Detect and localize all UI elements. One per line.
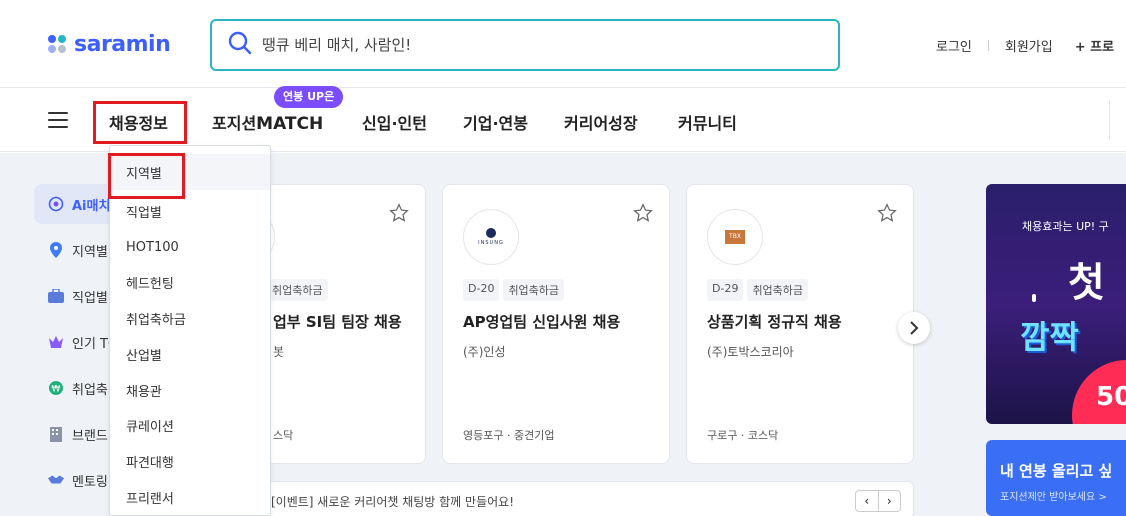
nav-item-position-match[interactable]: 포지션MATCH xyxy=(212,110,323,134)
sidebar-item-mentoring[interactable]: 멘토링 xyxy=(34,460,114,500)
notice-controls: ‹ › xyxy=(855,490,901,512)
building-icon xyxy=(48,426,64,442)
handshake-icon xyxy=(48,472,64,488)
star-icon[interactable] xyxy=(877,203,897,227)
sidebar-item-label: 지역별 xyxy=(72,244,108,260)
svg-text:₩: ₩ xyxy=(52,385,61,395)
dropdown-item-industry[interactable]: 산업별 xyxy=(110,336,270,372)
company-location: 구로구 · 코스닥 xyxy=(707,429,779,442)
company-name[interactable]: 봇 xyxy=(273,343,284,360)
sidebar-item-ai-match[interactable]: Ai매치 xyxy=(34,184,114,224)
job-card[interactable]: INSUNG D-20 취업축하금 AP영업팀 신입사원 채용 (주)인성 영등… xyxy=(442,184,670,464)
sidebar-item-occupation[interactable]: 직업별 xyxy=(34,276,114,316)
top-links: 로그인 회원가입 + 프로 xyxy=(936,36,1114,55)
divider xyxy=(987,40,989,51)
sidebar-item-label: 브랜드 xyxy=(72,428,108,444)
search-icon[interactable] xyxy=(228,31,252,59)
logo-dots-icon xyxy=(48,34,68,55)
nav-item-match-label: MATCH xyxy=(256,114,324,134)
nav-item-community[interactable]: 커뮤니티 xyxy=(678,110,737,134)
promo-big-text: 첫 xyxy=(1068,260,1105,306)
sidebar-item-label: 인기 TO xyxy=(72,336,114,352)
sidebar-item-label: Ai매치 xyxy=(72,198,111,214)
dropdown-item-curation[interactable]: 큐레이션 xyxy=(110,407,270,443)
star-icon[interactable] xyxy=(389,203,409,227)
notice-text[interactable]: [이벤트] 새로운 커리어챗 채팅방 함께 만들어요! xyxy=(271,493,514,510)
header: saramin 로그인 회원가입 + 프로 xyxy=(0,0,1126,88)
hamburger-menu-icon[interactable] xyxy=(48,112,68,128)
saramin-logo[interactable]: saramin xyxy=(48,32,171,57)
dropdown-item-dispatch[interactable]: 파견대행 xyxy=(110,443,270,479)
highlight-box-jobs xyxy=(93,101,187,144)
briefcase-icon xyxy=(48,288,64,304)
salary-banner[interactable]: 내 연봉 올리고 싶 포지션제안 받아보세요 > xyxy=(986,440,1126,516)
company-logo-text: TBX xyxy=(725,230,745,244)
sidebar-item-label: 직업별 xyxy=(72,290,108,306)
notice-prev-button[interactable]: ‹ xyxy=(856,491,879,511)
logo-text: saramin xyxy=(74,32,171,57)
nav-item-newcomer-intern[interactable]: 신입·인턴 xyxy=(362,110,427,134)
company-logo: INSUNG xyxy=(463,209,519,265)
sidebar-item-popular[interactable]: 인기 TO xyxy=(34,322,114,362)
salary-banner-sub: 포지션제안 받아보세요 > xyxy=(1000,492,1107,503)
dropdown-item-bonus[interactable]: 취업축하금 xyxy=(110,300,270,336)
job-title[interactable]: AP영업팀 신입사원 채용 xyxy=(463,311,620,332)
star-icon[interactable] xyxy=(633,203,653,227)
job-title[interactable]: 상품기획 정규직 채용 xyxy=(707,311,842,332)
sidebar-item-brand[interactable]: 브랜드 xyxy=(34,414,114,454)
carousel-next-button[interactable] xyxy=(898,312,930,344)
profile-link[interactable]: + 프로 xyxy=(1075,36,1114,55)
search-bar[interactable] xyxy=(210,19,840,71)
dday-tag: D-29 xyxy=(707,279,744,301)
crown-icon xyxy=(48,334,64,350)
nav-item-company-salary[interactable]: 기업·연봉 xyxy=(463,110,528,134)
company-location: 영등포구 · 중견기업 xyxy=(463,429,555,442)
chevron-right-icon xyxy=(910,321,919,335)
nav-item-position-label: 포지션 xyxy=(212,114,257,133)
dday-tag: D-20 xyxy=(463,279,500,301)
company-name[interactable]: (주)토박스코리아 xyxy=(707,343,794,360)
job-title[interactable]: 업부 SI팀 팀장 채용 xyxy=(273,311,402,332)
target-icon xyxy=(48,196,64,212)
notice-bar: [이벤트] 새로운 커리어챗 채팅방 함께 만들어요! ‹ › xyxy=(200,481,914,516)
dropdown-item-hot100[interactable]: HOT100 xyxy=(110,229,270,265)
sidebar-item-label: 멘토링 xyxy=(72,474,108,490)
bonus-tag: 취업축하금 xyxy=(747,279,809,301)
salary-banner-title: 내 연봉 올리고 싶 xyxy=(1000,462,1113,480)
nav-item-career-growth[interactable]: 커리어성장 xyxy=(564,110,638,134)
sidebar-item-region[interactable]: 지역별 xyxy=(34,230,114,270)
bonus-tag: 취업축하금 xyxy=(503,279,565,301)
dropdown-item-headhunting[interactable]: 헤드헌팅 xyxy=(110,264,270,300)
promo-line1: 채용효과는 UP! 구 xyxy=(1022,220,1109,233)
notice-next-button[interactable]: › xyxy=(879,491,901,511)
promo-banner[interactable]: 채용효과는 UP! 구 첫 깜짝 50 xyxy=(986,184,1126,424)
sidebar-item-bonus[interactable]: ₩ 취업축 xyxy=(34,368,114,408)
company-logo-text: INSUNG xyxy=(478,240,504,246)
bonus-tag: 취업축하금 xyxy=(267,279,328,301)
promo-number: 50 xyxy=(1096,382,1126,412)
job-card[interactable]: TBX D-29 취업축하금 상품기획 정규직 채용 (주)토박스코리아 구로구… xyxy=(686,184,914,464)
dropdown-item-freelancer[interactable]: 프리랜서 xyxy=(110,479,270,515)
company-logo: TBX xyxy=(707,209,763,265)
promo-mid-text: 깜짝 xyxy=(1020,318,1079,356)
sidebar-item-label: 취업축 xyxy=(72,382,108,398)
login-link[interactable]: 로그인 xyxy=(936,36,972,55)
company-name[interactable]: (주)인성 xyxy=(463,343,505,360)
jobs-dropdown-menu: 지역별 직업별 HOT100 헤드헌팅 취업축하금 산업별 채용관 큐레이션 파… xyxy=(109,145,271,516)
decorative-dot xyxy=(1032,294,1036,302)
signup-link[interactable]: 회원가입 xyxy=(1005,36,1053,55)
dropdown-item-recruit-hall[interactable]: 채용관 xyxy=(110,372,270,408)
coin-icon: ₩ xyxy=(48,380,64,396)
company-location: 스닥 xyxy=(273,429,294,442)
location-pin-icon xyxy=(48,242,64,258)
search-input[interactable] xyxy=(262,36,822,54)
nav-divider xyxy=(1109,100,1110,140)
highlight-box-region xyxy=(108,153,185,199)
salary-up-badge: 연봉 UP은 xyxy=(274,86,344,108)
